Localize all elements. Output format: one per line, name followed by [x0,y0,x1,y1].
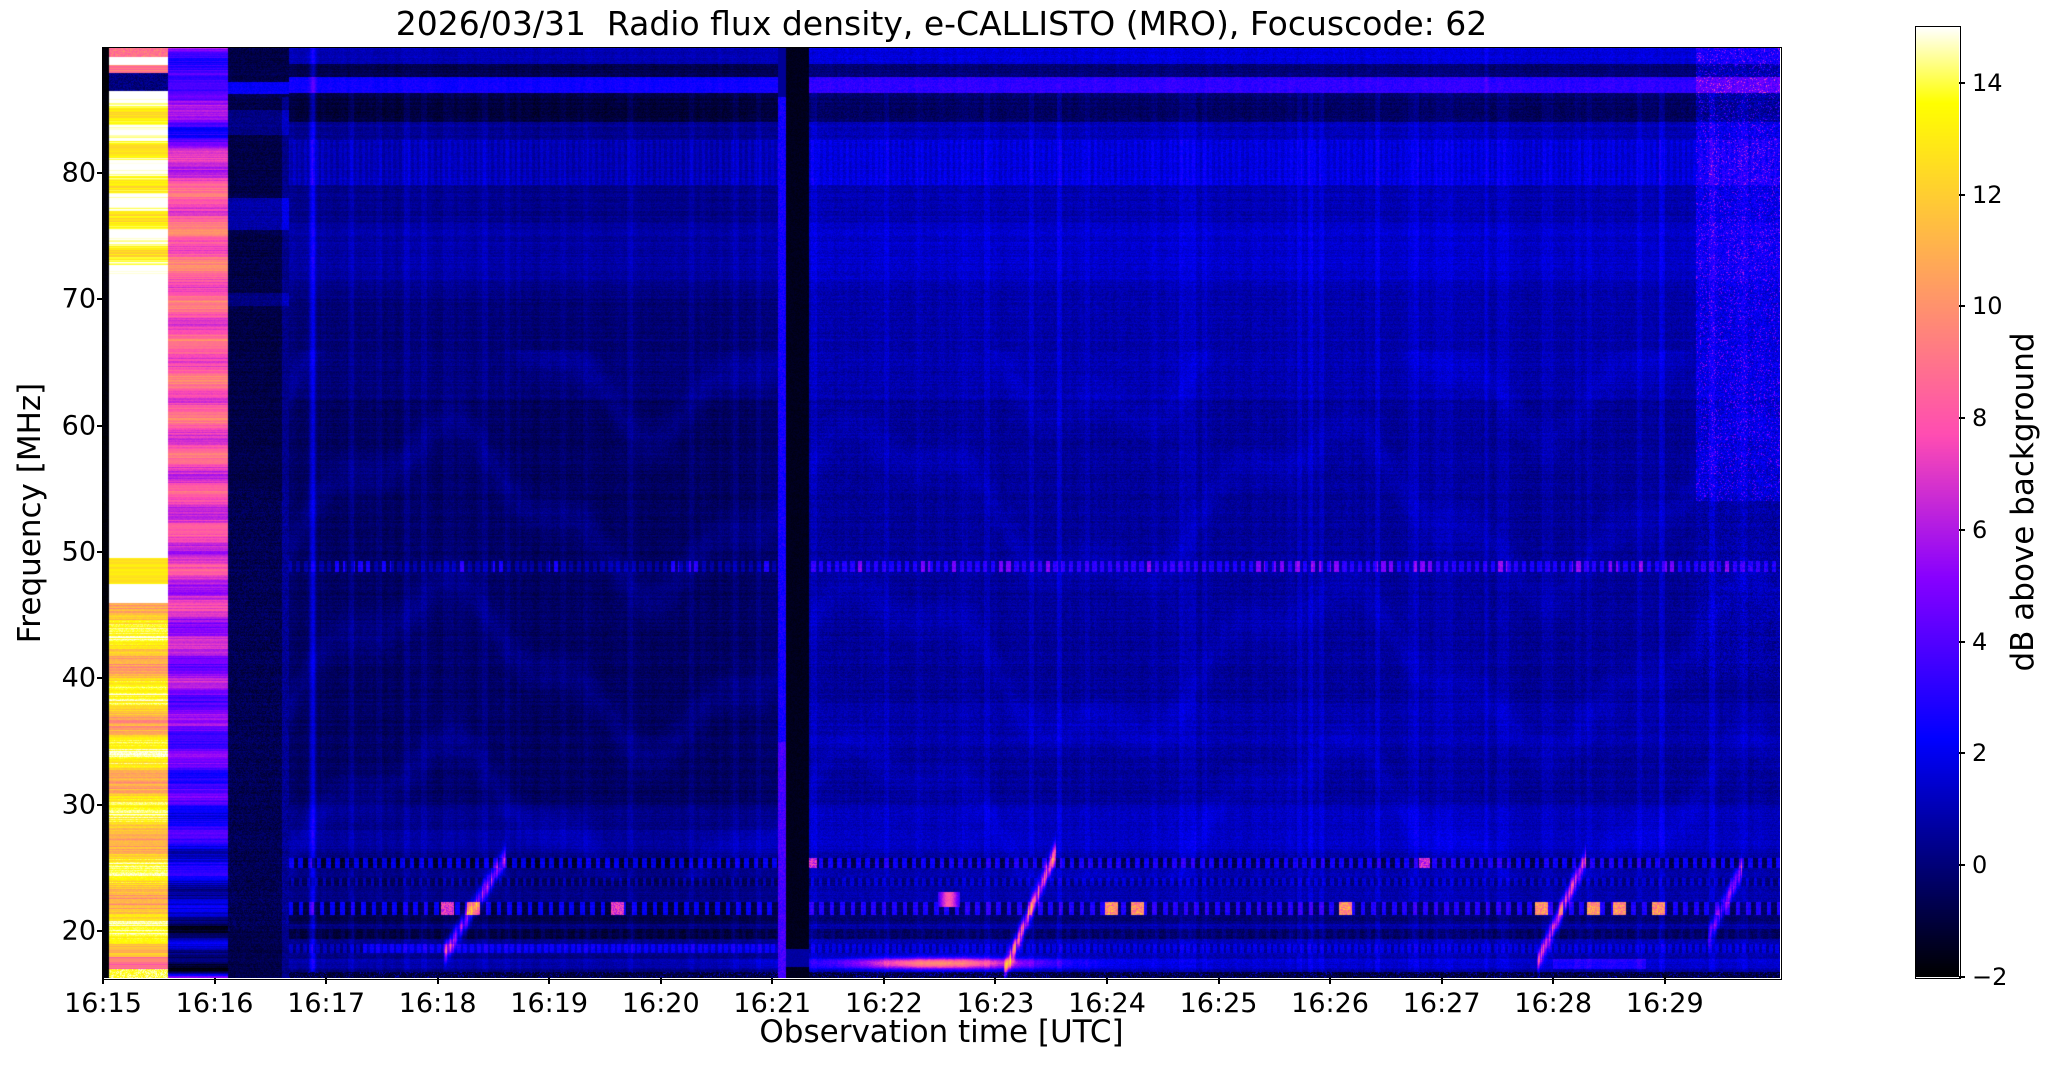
x-tick-label: 16:23 [956,988,1035,1019]
y-tick-mark [97,551,103,554]
colorbar-tick-label: 14 [1972,68,2003,97]
x-tick-mark [436,978,439,984]
x-tick-label: 16:22 [844,988,923,1019]
colorbar-tick-label: 4 [1972,627,1988,656]
y-tick-label: 70 [61,283,96,315]
figure: 2026/03/31 Radio flux density, e-CALLIST… [0,0,2047,1067]
y-tick-mark [97,424,103,427]
colorbar-tick-mark [1959,752,1965,755]
colorbar-tick-mark [1959,976,1965,978]
colorbar-gradient [1916,27,1959,977]
x-tick-mark [548,978,551,984]
x-tick-label: 16:28 [1514,988,1593,1019]
x-axis-label: Observation time [UTC] [759,1014,1124,1050]
x-tick-mark [771,978,774,984]
colorbar-tick-label: 10 [1972,292,2003,321]
colorbar-tick-label: 2 [1972,739,1988,768]
spectrogram-heatmap [103,48,1780,978]
y-tick-label: 80 [61,157,96,189]
x-tick-label: 16:18 [398,988,477,1019]
y-tick-mark [97,803,103,806]
y-tick-mark [97,298,103,301]
y-tick-mark [97,930,103,933]
x-tick-label: 16:17 [287,988,365,1019]
x-tick-mark [1217,978,1220,984]
x-tick-mark [325,978,328,984]
y-tick-label: 60 [61,410,96,442]
x-tick-mark [1105,978,1108,984]
colorbar-tick-mark [1959,305,1965,308]
colorbar-tick-label: 8 [1972,404,1988,433]
colorbar-tick-label: 0 [1972,851,1988,880]
x-tick-label: 16:16 [175,988,254,1019]
y-tick-label: 50 [61,536,96,568]
x-tick-label: 16:19 [510,988,589,1019]
x-tick-mark [102,978,104,984]
x-tick-mark [1663,978,1666,984]
x-tick-mark [659,978,662,984]
x-tick-label: 16:24 [1068,988,1146,1019]
x-tick-mark [994,978,997,984]
x-tick-label: 16:20 [621,988,700,1019]
colorbar-label: dB above background [2005,332,2041,672]
colorbar-tick-label: −2 [1972,963,2008,991]
colorbar-tick-mark [1959,640,1965,643]
colorbar-tick-label: 6 [1972,515,1988,544]
colorbar-tick-mark [1959,864,1965,867]
x-tick-mark [1440,978,1443,984]
y-tick-mark [97,171,103,174]
x-tick-mark [1329,978,1332,984]
x-tick-mark [882,978,885,984]
colorbar-tick-mark [1959,528,1965,531]
x-tick-label: 16:25 [1179,988,1258,1019]
colorbar-tick-mark [1959,417,1965,420]
x-tick-label: 16:29 [1625,988,1704,1019]
x-tick-label: 16:27 [1402,988,1481,1019]
x-tick-mark [213,978,216,984]
y-tick-mark [97,677,103,680]
colorbar-tick-label: 12 [1972,180,2003,209]
y-tick-label: 30 [61,789,96,821]
colorbar-tick-mark [1959,81,1965,84]
y-tick-label: 20 [61,915,96,947]
y-tick-label: 40 [61,662,96,694]
x-tick-mark [1552,978,1555,984]
chart-title: 2026/03/31 Radio flux density, e-CALLIST… [395,4,1488,43]
x-tick-label: 16:26 [1291,988,1369,1019]
colorbar-tick-mark [1959,193,1965,196]
x-tick-label: 16:15 [64,988,142,1019]
x-tick-label: 16:21 [733,988,812,1019]
